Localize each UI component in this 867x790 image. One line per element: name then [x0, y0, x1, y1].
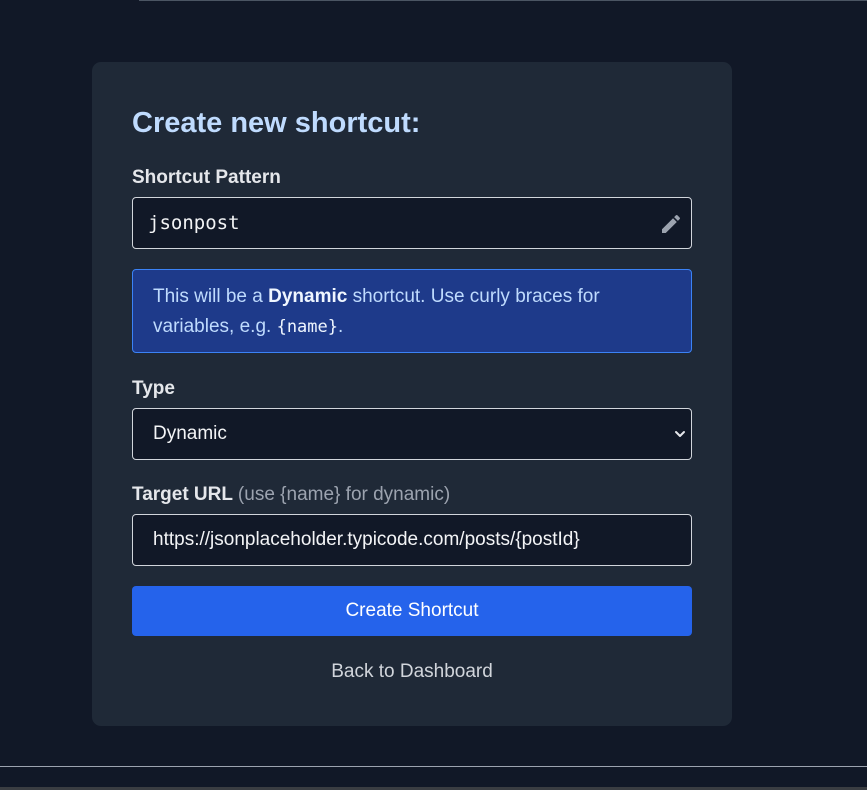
target-url-value: https://jsonplaceholder.typicode.com/pos… [153, 529, 580, 550]
info-text-end: . [338, 316, 344, 337]
shortcut-pattern-input[interactable]: jsonpost [132, 197, 692, 249]
shortcut-pattern-value: jsonpost [148, 212, 240, 234]
info-example-variable: {name} [276, 317, 338, 337]
back-to-dashboard-link[interactable]: Back to Dashboard [132, 660, 692, 684]
pencil-icon [659, 212, 683, 236]
target-url-label: Target URL (use {name} for dynamic) [132, 483, 450, 507]
info-shortcut-type: Dynamic [268, 286, 348, 307]
bottom-divider [0, 766, 867, 767]
type-select-value: Dynamic [153, 423, 227, 444]
target-url-hint: (use {name} for dynamic) [237, 484, 451, 505]
type-label: Type [132, 378, 175, 399]
dynamic-info-alert: This will be a Dynamic shortcut. Use cur… [132, 269, 692, 353]
create-shortcut-card: Create new shortcut: Shortcut Pattern js… [92, 62, 732, 726]
top-divider [139, 0, 867, 1]
target-url-label-text: Target URL [132, 484, 233, 505]
target-url-input[interactable]: https://jsonplaceholder.typicode.com/pos… [132, 514, 692, 566]
info-text-prefix: This will be a [153, 286, 269, 307]
page-title: Create new shortcut: [132, 107, 421, 139]
shortcut-pattern-label: Shortcut Pattern [132, 167, 281, 188]
chevron-down-icon [673, 427, 687, 441]
type-select[interactable]: Dynamic [132, 408, 692, 460]
create-shortcut-button[interactable]: Create Shortcut [132, 586, 692, 636]
